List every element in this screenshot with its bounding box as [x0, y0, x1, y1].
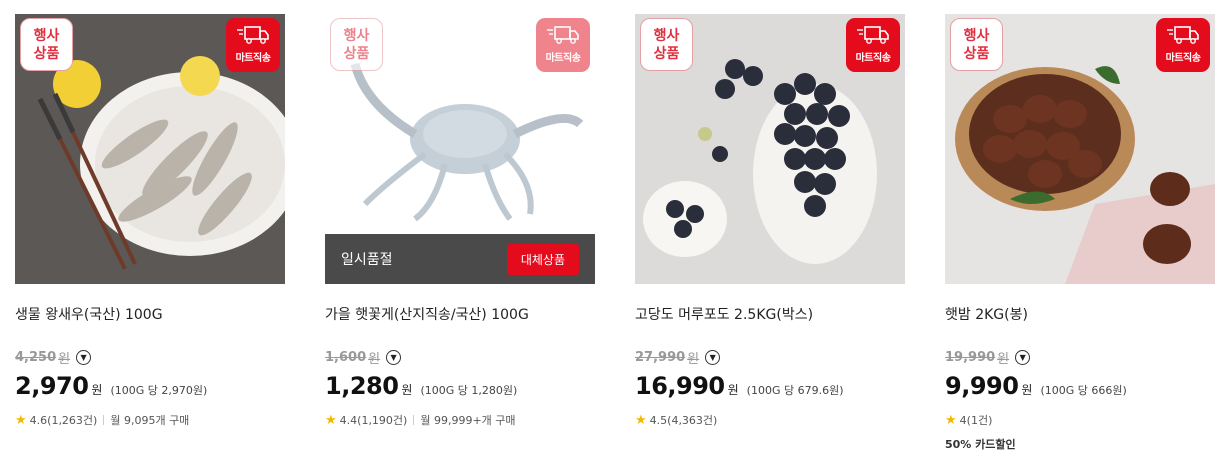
rating: 4.5(4,363건)	[649, 414, 718, 427]
product-card[interactable]: 행사 상품 마트직송 일시품절 대체상품 가을 햇꽃게(산지직송/국산) 100…	[325, 14, 595, 454]
rating: 4.6(1,263건)	[29, 414, 98, 427]
star-icon: ★	[15, 412, 27, 428]
original-price: 1,600 원 ▼	[325, 348, 402, 367]
product-title[interactable]: 생물 왕새우(국산) 100G	[15, 304, 163, 324]
product-image[interactable]: 행사 상품 마트직송 일시품절 대체상품	[325, 14, 595, 284]
product-card[interactable]: 행사 상품 마트직송 고당도 머루포도 2.5KG(박스) 27,990 원 ▼…	[635, 14, 905, 454]
star-icon: ★	[945, 412, 957, 428]
original-price: 27,990 원 ▼	[635, 348, 721, 367]
event-badge: 행사 상품	[950, 18, 1003, 71]
product-title[interactable]: 햇밤 2KG(봉)	[945, 304, 1028, 324]
chevron-down-icon[interactable]: ▼	[386, 350, 402, 365]
product-title[interactable]: 가을 햇꽃게(산지직송/국산) 100G	[325, 304, 529, 324]
event-badge: 행사 상품	[20, 18, 73, 71]
rating: 4.4(1,190건)	[339, 414, 408, 427]
chevron-down-icon[interactable]: ▼	[1015, 350, 1031, 365]
truck-icon	[1167, 26, 1199, 44]
divider	[103, 415, 105, 425]
original-price: 4,250 원 ▼	[15, 348, 92, 367]
soldout-label: 일시품절	[341, 252, 393, 268]
truck-icon	[857, 26, 889, 44]
sale-price: 1,280 원 (100G 당 1,280원)	[325, 372, 518, 400]
unit-price: (100G 당 679.6원)	[746, 384, 844, 397]
divider	[413, 415, 415, 425]
product-image[interactable]: 행사 상품 마트직송	[945, 14, 1215, 284]
direct-delivery-badge: 마트직송	[846, 18, 900, 72]
star-icon: ★	[635, 412, 647, 428]
product-meta: ★ 4.5(4,363건)	[635, 412, 717, 428]
unit-price: (100G 당 2,970원)	[110, 384, 208, 397]
product-card[interactable]: 행사 상품 마트직송 햇밤 2KG(봉) 19,990 원 ▼ 9,990 원 …	[945, 14, 1215, 454]
product-meta: ★ 4.4(1,190건) 월 99,999+개 구매	[325, 412, 516, 428]
event-badge: 행사 상품	[330, 18, 383, 71]
sale-price: 2,970 원 (100G 당 2,970원)	[15, 372, 208, 400]
soldout-bar: 일시품절 대체상품	[325, 234, 595, 284]
substitute-product-button[interactable]: 대체상품	[506, 243, 579, 275]
truck-icon	[547, 26, 579, 44]
direct-delivery-badge: 마트직송	[226, 18, 280, 72]
truck-icon	[237, 26, 269, 44]
product-meta: ★ 4.6(1,263건) 월 9,095개 구매	[15, 412, 189, 428]
sale-price: 16,990 원 (100G 당 679.6원)	[635, 372, 844, 400]
product-image[interactable]: 행사 상품 마트직송	[635, 14, 905, 284]
event-badge: 행사 상품	[640, 18, 693, 71]
sale-price: 9,990 원 (100G 당 666원)	[945, 372, 1127, 400]
product-title[interactable]: 고당도 머루포도 2.5KG(박스)	[635, 304, 813, 324]
chevron-down-icon[interactable]: ▼	[76, 350, 92, 365]
unit-price: (100G 당 666원)	[1040, 384, 1127, 397]
chevron-down-icon[interactable]: ▼	[705, 350, 721, 365]
direct-delivery-badge: 마트직송	[1156, 18, 1210, 72]
monthly-sales: 월 99,999+개 구매	[420, 414, 516, 427]
product-meta: ★ 4(1건)	[945, 412, 992, 428]
original-price: 19,990 원 ▼	[945, 348, 1031, 367]
rating: 4(1건)	[959, 414, 993, 427]
product-image[interactable]: 행사 상품 마트직송	[15, 14, 285, 284]
direct-delivery-badge: 마트직송	[536, 18, 590, 72]
card-discount-label: 50% 카드할인	[945, 438, 1016, 451]
star-icon: ★	[325, 412, 337, 428]
unit-price: (100G 당 1,280원)	[420, 384, 518, 397]
monthly-sales: 월 9,095개 구매	[110, 414, 190, 427]
product-card[interactable]: 행사 상품 마트직송 생물 왕새우(국산) 100G 4,250 원 ▼ 2,9…	[15, 14, 285, 454]
